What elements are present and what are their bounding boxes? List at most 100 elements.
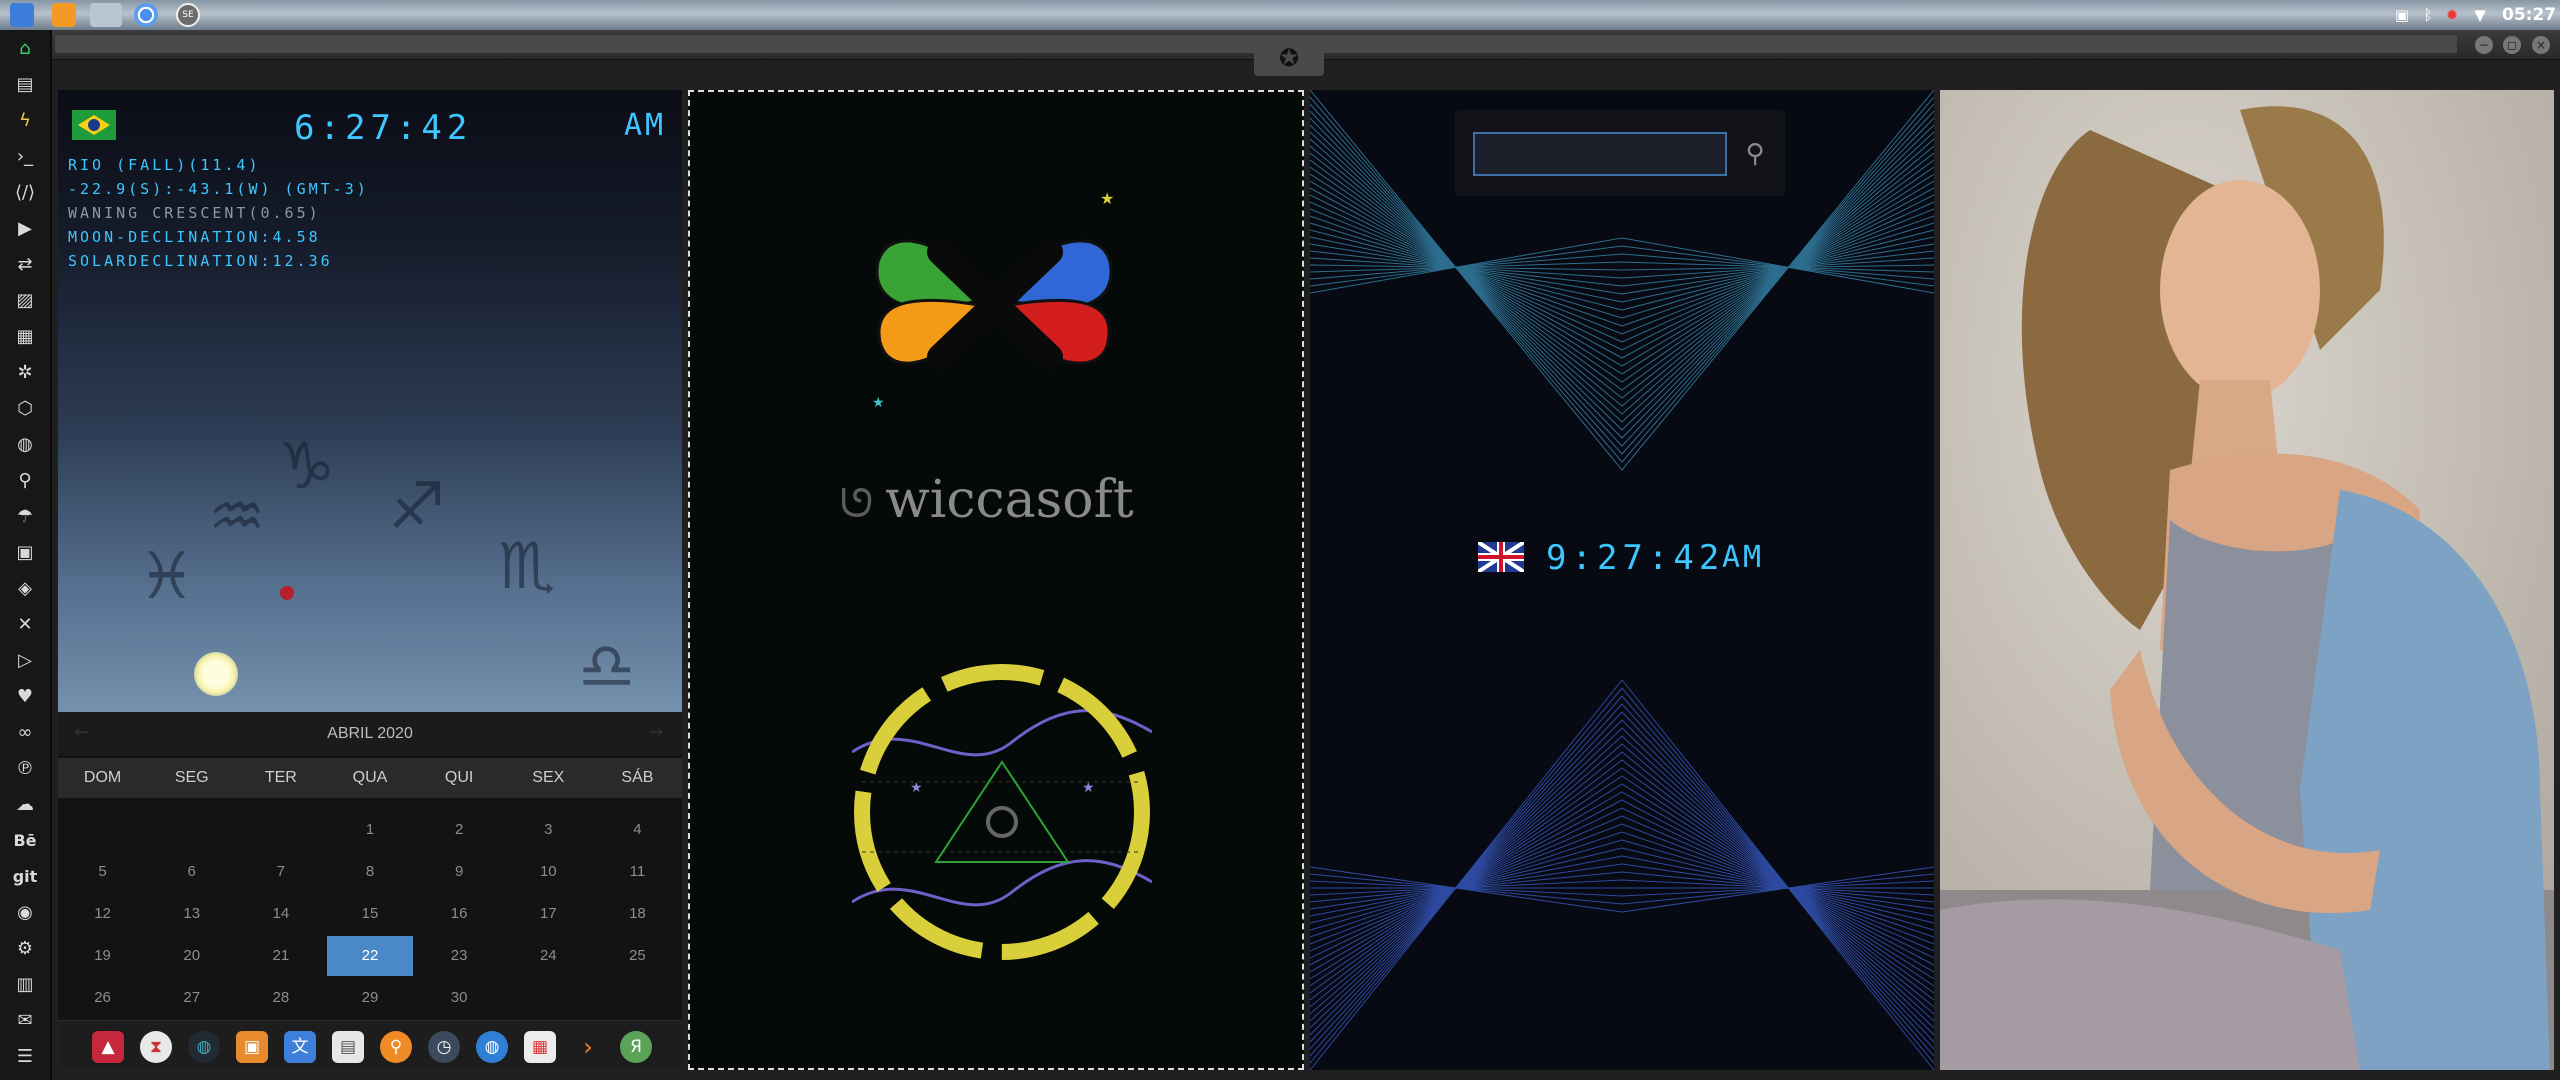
alert-icon[interactable]: ✹ xyxy=(2442,5,2462,25)
calendar-day[interactable]: 27 xyxy=(149,978,235,1018)
calendar-day[interactable]: 28 xyxy=(238,978,324,1018)
youtube-icon[interactable]: ▷ xyxy=(10,646,40,676)
calendar-day[interactable]: 25 xyxy=(594,936,680,976)
newspaper-icon[interactable]: ▤ xyxy=(332,1031,364,1063)
image-tray-icon[interactable]: ▣ xyxy=(2392,5,2412,25)
terminal-window-icon[interactable]: ☰ xyxy=(10,1042,40,1072)
calendar-day[interactable]: 30 xyxy=(416,978,502,1018)
calendar-day[interactable]: 5 xyxy=(60,852,146,892)
behance-icon[interactable]: Bē xyxy=(10,826,40,856)
magnifier-icon[interactable]: ⚲ xyxy=(380,1031,412,1063)
sublime-icon[interactable] xyxy=(52,3,76,27)
bluetooth-icon[interactable]: ᛒ xyxy=(2418,5,2438,25)
translate-icon[interactable]: 文 xyxy=(284,1031,316,1063)
calendar-day[interactable]: 18 xyxy=(594,894,680,934)
calendar-day[interactable]: 13 xyxy=(149,894,235,934)
calendar-day[interactable]: 26 xyxy=(60,978,146,1018)
zodiac-glyph: ♎ xyxy=(578,630,636,704)
pinterest-icon[interactable]: ℗ xyxy=(10,754,40,784)
globe-dark-icon[interactable]: ◍ xyxy=(188,1031,220,1063)
map-icon[interactable]: ▥ xyxy=(10,970,40,1000)
weekday-label: SEX xyxy=(532,769,565,786)
maximize-button[interactable]: ◻ xyxy=(2503,36,2521,54)
mars-planet xyxy=(280,586,294,600)
coordinates-line: -22.9(S):-43.1(W) (GMT-3) xyxy=(68,180,369,198)
search-input[interactable] xyxy=(1473,132,1727,176)
chevron-pattern xyxy=(1310,90,1934,1070)
calendar-day[interactable]: 15 xyxy=(327,894,413,934)
weekday-label: SEG xyxy=(174,769,209,786)
arrow-icon[interactable]: › xyxy=(572,1031,604,1063)
minimize-button[interactable]: − xyxy=(2475,36,2493,54)
system-clock[interactable]: 05:27 xyxy=(2502,5,2556,25)
calendar-day[interactable]: 12 xyxy=(60,894,146,934)
calendar-day[interactable]: 20 xyxy=(149,936,235,976)
mail-icon[interactable]: ✉ xyxy=(10,1006,40,1036)
calendar-icon[interactable]: ▦ xyxy=(524,1031,556,1063)
news-icon[interactable]: ▦ xyxy=(10,322,40,352)
close-button[interactable]: × xyxy=(2532,36,2550,54)
uk-ampm: AM xyxy=(1722,540,1765,575)
calendar-day[interactable]: 21 xyxy=(238,936,324,976)
files-icon[interactable] xyxy=(10,3,34,27)
video-icon[interactable]: ▶ xyxy=(10,214,40,244)
umbrella-icon[interactable]: ☂ xyxy=(10,502,40,532)
git-diff-icon[interactable]: ◈ xyxy=(10,574,40,604)
home-icon[interactable]: ⌂ xyxy=(10,34,40,64)
chevron-line xyxy=(1310,194,1934,351)
calendar-day[interactable]: 11 xyxy=(594,852,680,892)
yandex-icon[interactable]: Я xyxy=(620,1031,652,1063)
calendar-day[interactable]: 1 xyxy=(327,810,413,850)
calendar-day[interactable]: 19 xyxy=(60,936,146,976)
calendar-day[interactable]: 2 xyxy=(416,810,502,850)
chrome-icon[interactable] xyxy=(134,3,158,27)
flash-icon[interactable]: ϟ xyxy=(10,106,40,136)
se-icon[interactable]: SE xyxy=(176,3,200,27)
rebel-alliance-icon[interactable]: ✪ xyxy=(1254,40,1324,76)
calendar-day[interactable]: 4 xyxy=(594,810,680,850)
terminal-icon[interactable]: ›_ xyxy=(10,142,40,172)
document-icon[interactable]: ▤ xyxy=(10,70,40,100)
photos-icon[interactable]: ▣ xyxy=(236,1031,268,1063)
contacts-icon[interactable]: ▣ xyxy=(10,538,40,568)
calendar-day-today[interactable]: 22 xyxy=(327,936,413,976)
calendar-day[interactable]: 24 xyxy=(505,936,591,976)
clock-icon[interactable]: ◷ xyxy=(428,1031,460,1063)
settings-icon[interactable]: ✲ xyxy=(10,358,40,388)
calendar-day[interactable]: 9 xyxy=(416,852,502,892)
calendar-day[interactable]: 17 xyxy=(505,894,591,934)
file-transfer-icon[interactable]: ⇄ xyxy=(10,250,40,280)
globe-icon[interactable]: ◍ xyxy=(10,430,40,460)
blank-window[interactable] xyxy=(90,3,122,27)
hexagon-icon[interactable]: ⬡ xyxy=(10,394,40,424)
bike-icon[interactable]: ⚙ xyxy=(10,934,40,964)
code-icon[interactable]: ⟨/⟩ xyxy=(10,178,40,208)
next-month-icon[interactable]: → xyxy=(648,722,663,743)
search-icon[interactable]: ⚲ xyxy=(10,466,40,496)
calendar-day[interactable]: 10 xyxy=(505,852,591,892)
shuffle-icon[interactable]: ✕ xyxy=(10,610,40,640)
brazil-flag-icon xyxy=(72,110,116,140)
chevron-line xyxy=(1310,679,1934,1070)
calendar-day[interactable]: 23 xyxy=(416,936,502,976)
cloud-icon[interactable]: ☁ xyxy=(10,790,40,820)
search-icon[interactable]: ⚲ xyxy=(1737,136,1773,172)
calendar-day[interactable]: 3 xyxy=(505,810,591,850)
calendar-day[interactable]: 14 xyxy=(238,894,324,934)
web-icon[interactable]: ◍ xyxy=(476,1031,508,1063)
heart-icon[interactable]: ♥ xyxy=(10,682,40,712)
calendar-day[interactable]: 29 xyxy=(327,978,413,1018)
arch-icon[interactable]: ▲ xyxy=(92,1031,124,1063)
link-icon[interactable]: ∞ xyxy=(10,718,40,748)
wifi-icon[interactable]: ▼ xyxy=(2470,5,2490,25)
brazil-time: 6:27:42 xyxy=(294,108,473,148)
calendar-day[interactable]: 6 xyxy=(149,852,235,892)
hourglass-icon[interactable]: ⧗ xyxy=(140,1031,172,1063)
calendar-day[interactable]: 7 xyxy=(238,852,324,892)
svg-text:★: ★ xyxy=(910,780,923,796)
git-icon[interactable]: git xyxy=(10,862,40,892)
image-icon[interactable]: ▨ xyxy=(10,286,40,316)
calendar-day[interactable]: 8 xyxy=(327,852,413,892)
calendar-day[interactable]: 16 xyxy=(416,894,502,934)
github-icon[interactable]: ◉ xyxy=(10,898,40,928)
